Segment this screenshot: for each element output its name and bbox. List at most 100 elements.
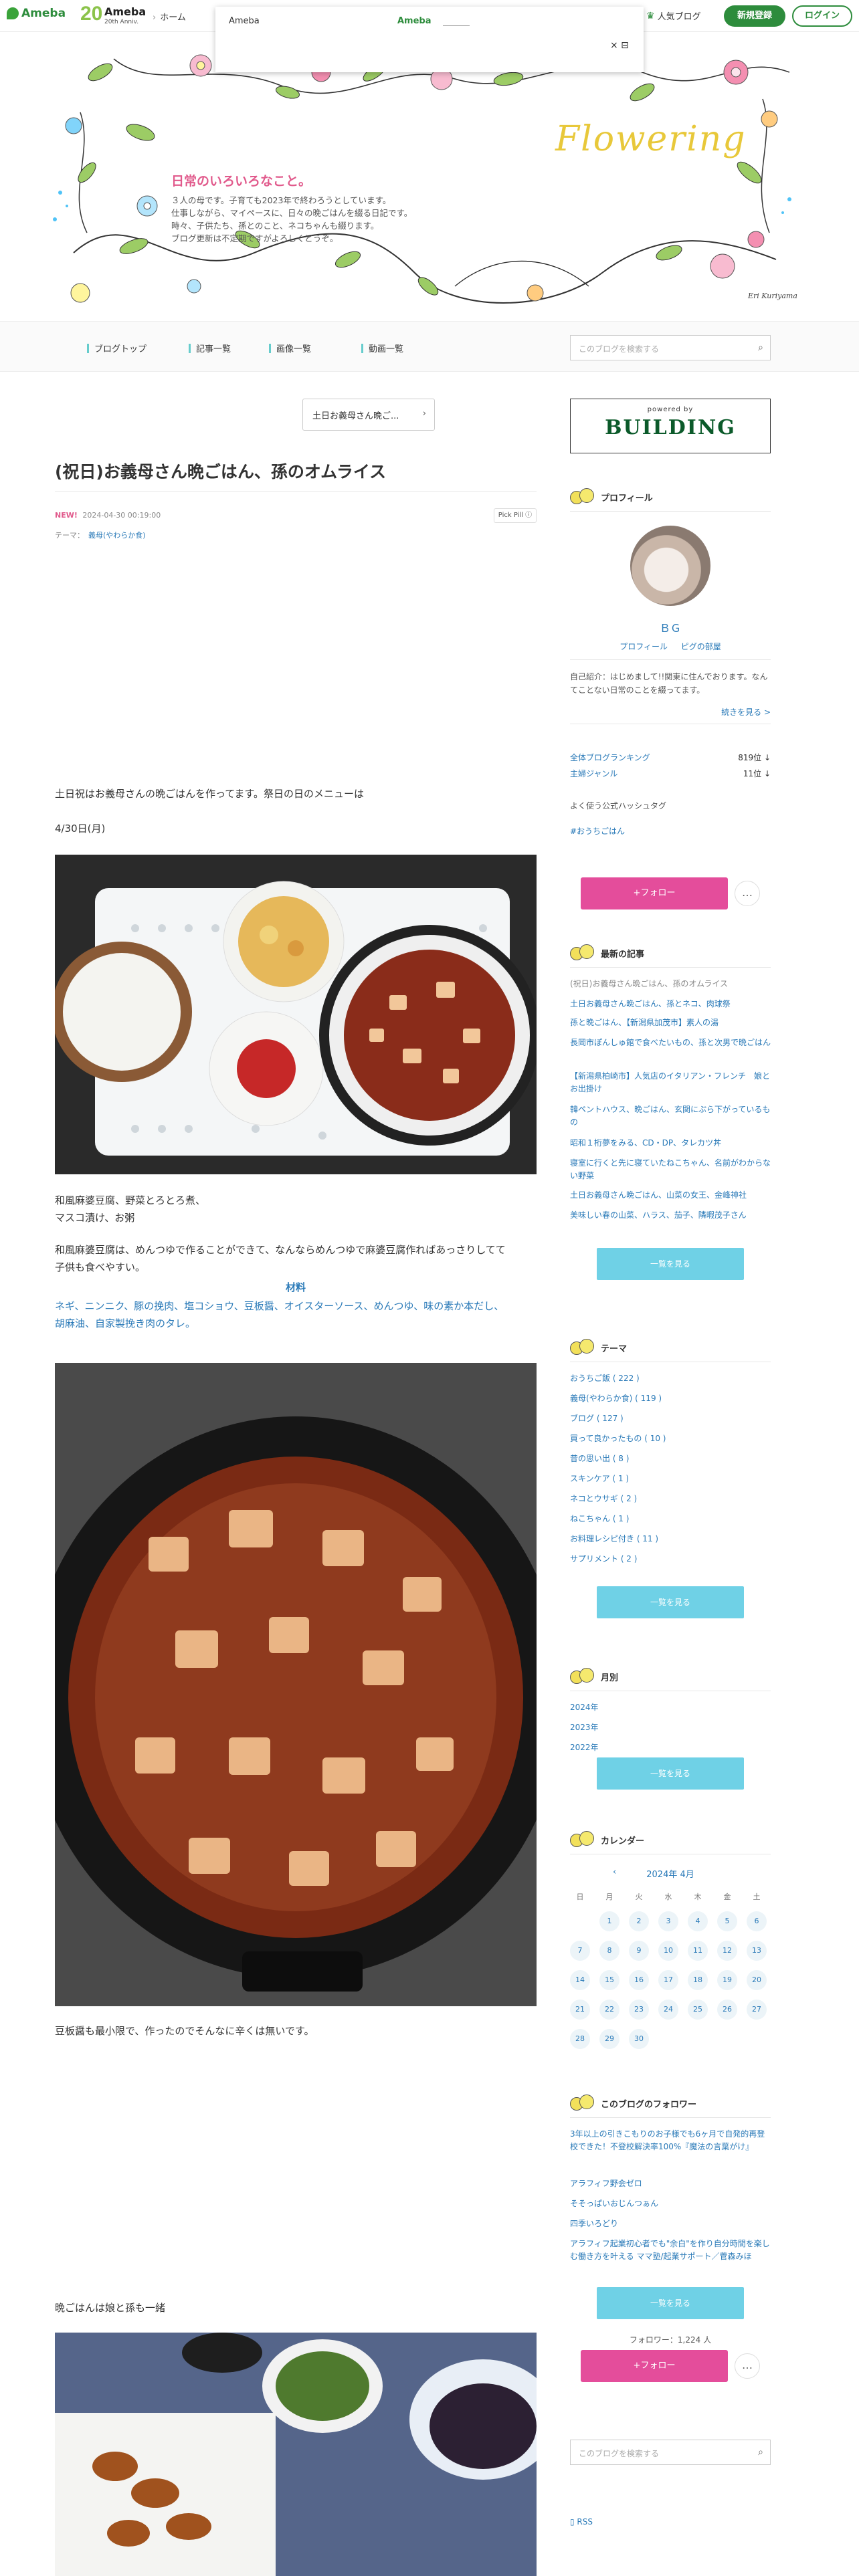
calendar-day[interactable]: 1 [599, 1911, 619, 1931]
follower-blog-item[interactable]: 四季いろどり [570, 2218, 771, 2230]
follower-blog-item[interactable]: 3年以上の引きこもりのお子様でも6ヶ月で自発的再登校できた！不登校解決率100%… [570, 2128, 771, 2153]
article-photo-1[interactable] [55, 855, 537, 1174]
popup-close-icon[interactable]: × ⊟ [610, 40, 629, 51]
calendar-day[interactable]: 5 [717, 1911, 737, 1931]
pigg-room-link[interactable]: ピグの部屋 [681, 642, 721, 651]
blog-title[interactable]: 日常のいろいろなこと。 [171, 171, 311, 189]
profile-link[interactable]: プロフィール [619, 642, 668, 651]
recent-article-item[interactable]: 【新潟県柏崎市】人気店のイタリアン・フレンチ 娘とお出掛け [570, 1070, 771, 1095]
calendar-day[interactable]: 8 [599, 1941, 619, 1961]
recent-article-item[interactable]: 寝室に行くと先に寝ていたねこちゃん、名前がわからない野菜 [570, 1157, 771, 1182]
pick-pill-button[interactable]: Pick Pill ⓘ [494, 508, 537, 523]
popular-blogs-link[interactable]: ♛ 人気ブログ [646, 9, 701, 23]
month-item[interactable]: 2024年 [570, 1701, 599, 1713]
theme-item[interactable]: ネコとウサギ ( 2 ) [570, 1493, 637, 1504]
calendar-day[interactable]: 9 [629, 1941, 649, 1961]
theme-item[interactable]: お料理レシピ付き ( 11 ) [570, 1533, 658, 1544]
follow-button[interactable]: +フォロー [581, 877, 728, 909]
more-options-icon[interactable]: … [735, 2353, 760, 2379]
recent-article-item[interactable]: 美味しい春の山菜、ハラス、茄子、隣暇茂子さん [570, 1209, 771, 1222]
recent-article-item[interactable]: 土日お義母さん晩ごはん、孫とネコ、肉球祭 [570, 998, 771, 1010]
register-button[interactable]: 新規登録 [724, 5, 785, 27]
nav-article-list[interactable]: 記事一覧 [189, 342, 231, 354]
recent-article-item[interactable]: 韓ペントハウス、晩ごはん、玄関にぷら下がっているもの [570, 1103, 771, 1129]
avatar[interactable] [630, 526, 710, 606]
calendar-day[interactable]: 24 [658, 2000, 678, 2020]
nav-image-list[interactable]: 画像一覧 [269, 342, 311, 354]
theme-list-button[interactable]: 一覧を見る [597, 1586, 744, 1618]
recent-article-item[interactable]: 長岡市ぽんしゅ館で食べたいもの、孫と次男で晩ごはん [570, 1037, 771, 1049]
read-more-link[interactable]: 続きを見る > [570, 706, 771, 718]
search-icon[interactable]: ⌕ [758, 342, 763, 353]
anniversary-logo[interactable]: 20 Ameba 20th Anniv. [80, 3, 146, 29]
calendar-day[interactable]: 10 [658, 1941, 678, 1961]
month-item[interactable]: 2022年 [570, 1741, 599, 1753]
overall-ranking[interactable]: 全体ブログランキング 819位 ↓ [570, 752, 771, 763]
calendar-day[interactable]: 3 [658, 1911, 678, 1931]
calendar-day[interactable]: 18 [688, 1970, 708, 1990]
ranking-label: 主婦ジャンル [570, 769, 618, 778]
genre-ranking[interactable]: 主婦ジャンル 11位 ↓ [570, 768, 771, 779]
calendar-day[interactable]: 15 [599, 1970, 619, 1990]
calendar-day[interactable]: 12 [717, 1941, 737, 1961]
follower-list-button[interactable]: 一覧を見る [597, 2287, 744, 2319]
recent-article-item[interactable]: 昭和１桁夢をみる、CD・DP、タレカツ丼 [570, 1137, 771, 1150]
calendar-day[interactable]: 19 [717, 1970, 737, 1990]
theme-item[interactable]: 昔の思い出 ( 8 ) [570, 1453, 629, 1464]
login-button[interactable]: ログイン [792, 5, 852, 27]
follower-blog-item[interactable]: アラフィフ起業初心者でも"余白"を作り自分時間を楽しむ働き方を叶える ママ塾/起… [570, 2238, 771, 2263]
ameba-logo[interactable]: Ameba [7, 7, 66, 20]
theme-item[interactable]: 買って良かったもの ( 10 ) [570, 1432, 666, 1444]
theme-item[interactable]: サプリメント ( 2 ) [570, 1553, 637, 1564]
calendar-day[interactable]: 16 [629, 1970, 649, 1990]
month-item[interactable]: 2023年 [570, 1721, 599, 1733]
calendar-day[interactable]: 6 [747, 1911, 767, 1931]
theme-item[interactable]: おうちご飯 ( 222 ) [570, 1372, 640, 1384]
calendar-day[interactable]: 4 [688, 1911, 708, 1931]
calendar-day[interactable]: 27 [747, 2000, 767, 2020]
calendar-day[interactable]: 30 [629, 2029, 649, 2049]
recent-article-item[interactable]: 土日お義母さん晩ごはん、山菜の女王、金峰神社 [570, 1189, 771, 1202]
calendar-day[interactable]: 17 [658, 1970, 678, 1990]
home-link[interactable]: ホーム [153, 10, 186, 23]
sidebar-search-input[interactable]: このブログを検索する ⌕ [570, 2440, 771, 2465]
follow-button-bottom[interactable]: +フォロー [581, 2350, 728, 2382]
theme-item[interactable]: ブログ ( 127 ) [570, 1412, 624, 1424]
month-list-button[interactable]: 一覧を見る [597, 1757, 744, 1790]
calendar-day[interactable]: 2 [629, 1911, 649, 1931]
calendar-day[interactable]: 25 [688, 2000, 708, 2020]
recent-article-item[interactable]: (祝日)お義母さん晩ごはん、孫のオムライス [570, 978, 771, 990]
hashtag-link[interactable]: #おうちごはん [570, 825, 625, 837]
calendar-day[interactable]: 13 [747, 1941, 767, 1961]
calendar-day[interactable]: 26 [717, 2000, 737, 2020]
building-ad[interactable]: powered by BUILDING [570, 399, 771, 453]
calendar-day[interactable]: 11 [688, 1941, 708, 1961]
nav-video-list[interactable]: 動画一覧 [361, 342, 403, 354]
rss-link[interactable]: ▯ RSS [570, 2517, 593, 2527]
calendar-day[interactable]: 21 [570, 2000, 590, 2020]
article-photo-2[interactable] [55, 1363, 537, 2006]
calendar-day[interactable]: 22 [599, 2000, 619, 2020]
theme-item[interactable]: スキンケア ( 1 ) [570, 1473, 629, 1484]
follower-blog-item[interactable]: そそっぱいおじんつぁん [570, 2197, 771, 2210]
theme-item[interactable]: ねこちゃん ( 1 ) [570, 1513, 629, 1524]
recent-list-button[interactable]: 一覧を見る [597, 1248, 744, 1280]
profile-name[interactable]: ＢＧ [570, 619, 771, 635]
theme-link[interactable]: 義母(やわらか食) [88, 531, 146, 540]
calendar-day[interactable]: 23 [629, 2000, 649, 2020]
popup-ameba-link[interactable]: Ameba [397, 16, 432, 26]
theme-item[interactable]: 義母(やわらか食) ( 119 ) [570, 1392, 662, 1404]
calendar-day[interactable]: 7 [570, 1941, 590, 1961]
calendar-day[interactable]: 20 [747, 1970, 767, 1990]
calendar-day[interactable]: 14 [570, 1970, 590, 1990]
more-options-icon[interactable]: … [735, 881, 760, 906]
article-photo-3[interactable] [55, 2333, 537, 2576]
previous-article-button[interactable]: 土日お義母さん晩ご... › [302, 399, 435, 431]
calendar-day[interactable]: 29 [599, 2029, 619, 2049]
recent-article-item[interactable]: 孫と晩ごはん、【新潟県加茂市】素人の湯 [570, 1016, 771, 1029]
follower-blog-item[interactable]: アラフィフ野会ゼロ [570, 2177, 771, 2190]
search-icon[interactable]: ⌕ [758, 2447, 763, 2458]
calendar-day[interactable]: 28 [570, 2029, 590, 2049]
blog-search-input[interactable]: このブログを検索する ⌕ [570, 335, 771, 360]
nav-blog-top[interactable]: ブログトップ [87, 342, 147, 354]
